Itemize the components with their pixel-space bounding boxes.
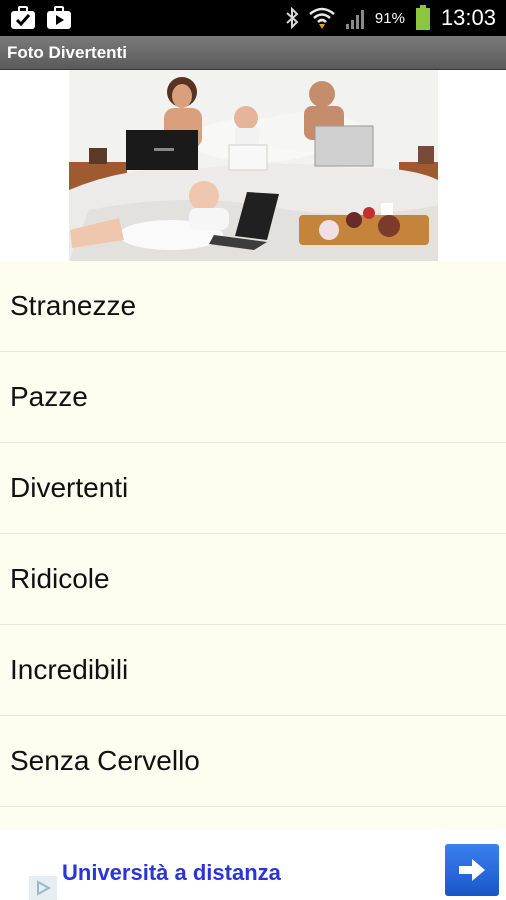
banner-area: [0, 70, 506, 261]
category-item-senza-cervello[interactable]: Senza Cervello: [0, 716, 506, 807]
category-item-divertenti[interactable]: Divertenti: [0, 443, 506, 534]
ad-text[interactable]: Università a distanza: [62, 860, 281, 886]
status-bar: 91% 13:03: [0, 0, 506, 36]
category-item-stranezze[interactable]: Stranezze: [0, 261, 506, 352]
play-store-icon: [46, 6, 72, 30]
category-item-ridicole[interactable]: Ridicole: [0, 534, 506, 625]
family-in-bed-with-laptops-photo: [69, 70, 438, 261]
status-bar-left: [10, 6, 72, 30]
signal-icon: [345, 6, 367, 30]
ad-choices-icon[interactable]: [29, 876, 57, 900]
wifi-icon: [309, 6, 335, 30]
battery-percent: 91%: [374, 9, 405, 27]
arrow-right-icon: [459, 859, 485, 881]
clock: 13:03: [440, 5, 496, 30]
category-list: Stranezze Pazze Divertenti Ridicole Incr…: [0, 261, 506, 830]
title-bar: Foto Divertenti: [0, 36, 506, 70]
category-item-incredibili[interactable]: Incredibili: [0, 625, 506, 716]
status-bar-right: 91% 13:03: [285, 5, 496, 31]
ad-area: Università a distanza: [0, 830, 506, 900]
category-item-pazze[interactable]: Pazze: [0, 352, 506, 443]
battery-icon: [415, 5, 431, 31]
bluetooth-icon: [285, 6, 299, 30]
ad-arrow-button[interactable]: [445, 844, 499, 896]
app-title: Foto Divertenti: [7, 42, 127, 62]
briefcase-check-icon: [10, 6, 36, 30]
ad-banner[interactable]: Università a distanza: [29, 836, 499, 900]
